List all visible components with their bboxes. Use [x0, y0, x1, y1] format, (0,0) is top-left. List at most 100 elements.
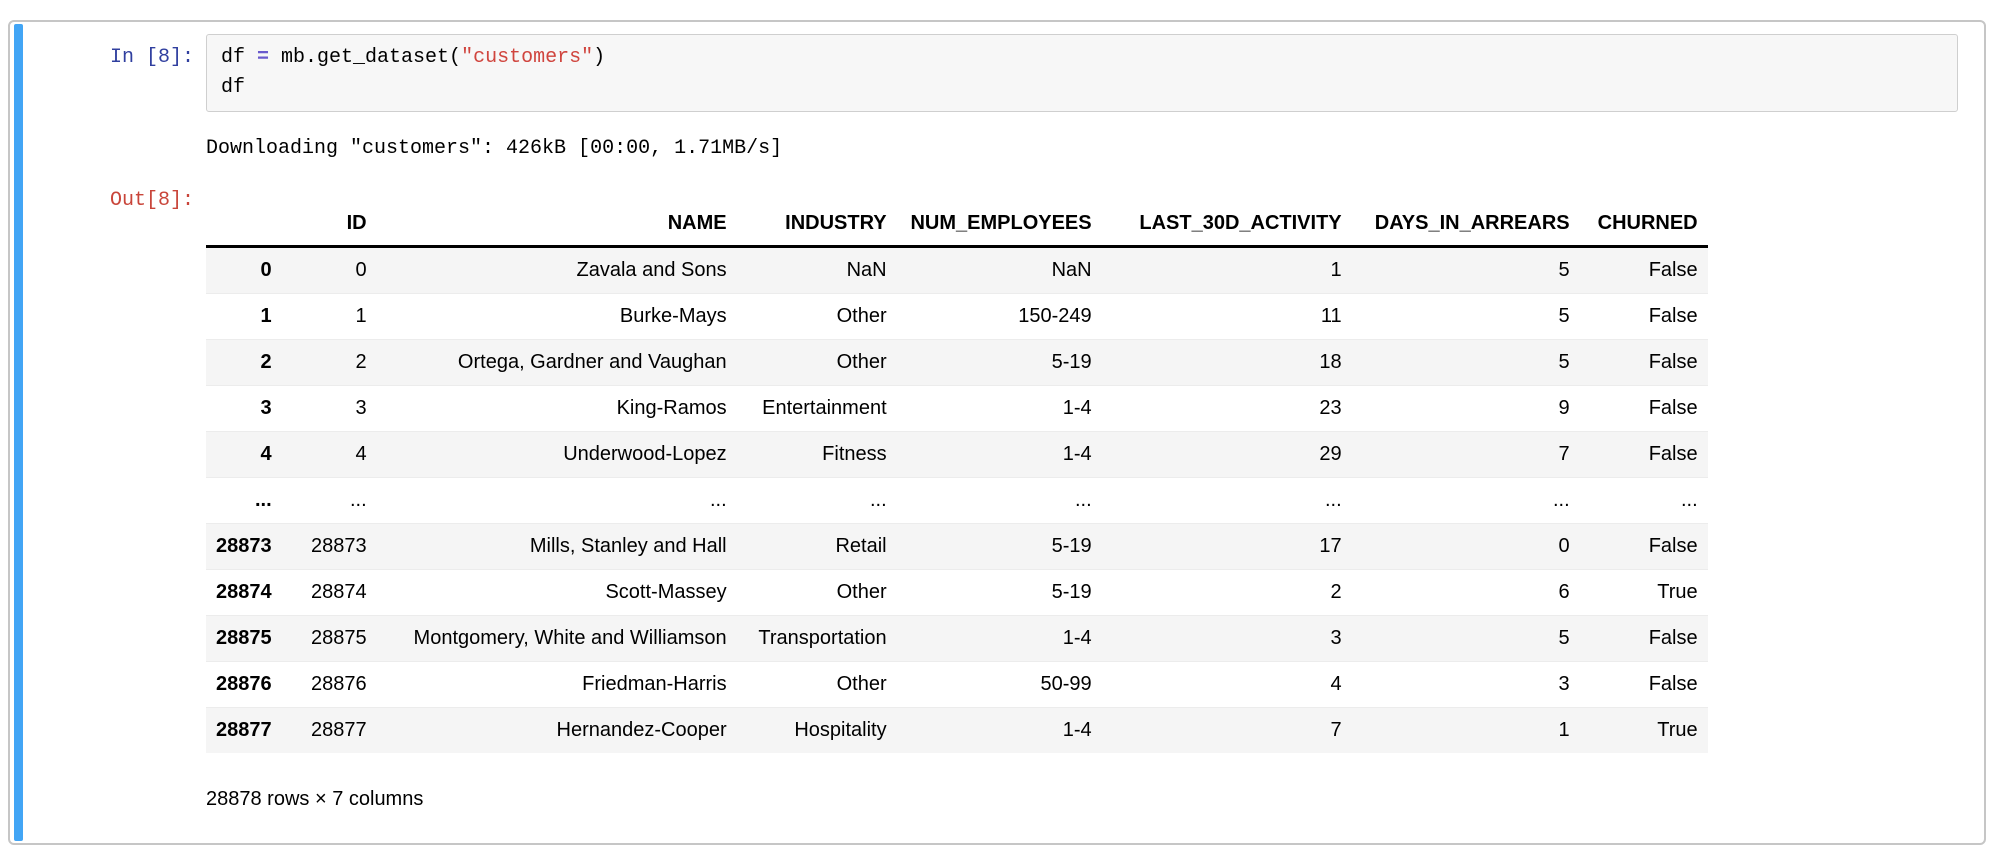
- table-cell: Burke-Mays: [377, 294, 737, 340]
- table-cell: 5-19: [897, 340, 1102, 386]
- table-cell: 3: [1102, 616, 1352, 662]
- table-cell: Ortega, Gardner and Vaughan: [377, 340, 737, 386]
- column-header: CHURNED: [1580, 206, 1708, 247]
- table-cell: 3: [1352, 662, 1580, 708]
- table-cell: Other: [737, 294, 897, 340]
- table-cell: 4: [1102, 662, 1352, 708]
- table-cell: Zavala and Sons: [377, 247, 737, 294]
- table-cell: NaN: [897, 247, 1102, 294]
- code-token-plain: mb.get_dataset(: [269, 46, 461, 69]
- corner-header-cell: [206, 206, 282, 247]
- table-cell: 5: [1352, 294, 1580, 340]
- table-cell: ...: [1580, 478, 1708, 524]
- table-cell: ...: [282, 478, 377, 524]
- table-cell: 28874: [282, 570, 377, 616]
- table-cell: Hospitality: [737, 708, 897, 754]
- column-header: NUM_EMPLOYEES: [897, 206, 1102, 247]
- table-row: 22Ortega, Gardner and VaughanOther5-1918…: [206, 340, 1708, 386]
- table-cell: False: [1580, 524, 1708, 570]
- table-cell: ...: [737, 478, 897, 524]
- table-cell: 28877: [282, 708, 377, 754]
- table-cell: 2: [282, 340, 377, 386]
- table-cell: False: [1580, 340, 1708, 386]
- dataframe-header-row: IDNAMEINDUSTRYNUM_EMPLOYEESLAST_30D_ACTI…: [206, 206, 1708, 247]
- table-cell: 5: [1352, 247, 1580, 294]
- table-row: 2887728877Hernandez-CooperHospitality1-4…: [206, 708, 1708, 754]
- code-editor[interactable]: df = mb.get_dataset("customers") df: [206, 34, 1958, 112]
- table-row: 11Burke-MaysOther150-249115False: [206, 294, 1708, 340]
- table-cell: 28876: [282, 662, 377, 708]
- table-cell: False: [1580, 662, 1708, 708]
- cell-output-area: Out[8]: IDNAMEINDUSTRYNUM_EMPLOYEESLAST_…: [10, 186, 1958, 811]
- row-index-cell: 28873: [206, 524, 282, 570]
- table-cell: 50-99: [897, 662, 1102, 708]
- table-cell: Other: [737, 570, 897, 616]
- dataframe-output: IDNAMEINDUSTRYNUM_EMPLOYEESLAST_30D_ACTI…: [206, 186, 1958, 811]
- row-index-cell: 28876: [206, 662, 282, 708]
- code-line-1: df = mb.get_dataset("customers"): [221, 46, 605, 69]
- table-cell: Montgomery, White and Williamson: [377, 616, 737, 662]
- table-cell: 29: [1102, 432, 1352, 478]
- table-row: 44Underwood-LopezFitness1-4297False: [206, 432, 1708, 478]
- cell-body: In [8]: df = mb.get_dataset("customers")…: [10, 22, 1984, 811]
- table-cell: ...: [897, 478, 1102, 524]
- table-cell: 5-19: [897, 524, 1102, 570]
- column-header: INDUSTRY: [737, 206, 897, 247]
- dataframe-body: 00Zavala and SonsNaNNaN15False11Burke-Ma…: [206, 247, 1708, 754]
- table-cell: 11: [1102, 294, 1352, 340]
- table-row: 33King-RamosEntertainment1-4239False: [206, 386, 1708, 432]
- table-cell: Entertainment: [737, 386, 897, 432]
- stream-output: Downloading "customers": 426kB [00:00, 1…: [206, 136, 1958, 162]
- table-cell: 0: [1352, 524, 1580, 570]
- table-cell: Transportation: [737, 616, 897, 662]
- input-prompt: In [8]:: [10, 34, 206, 73]
- table-cell: True: [1580, 708, 1708, 754]
- table-cell: Other: [737, 340, 897, 386]
- stream-output-text: Downloading "customers": 426kB [00:00, 1…: [206, 136, 1958, 162]
- table-cell: 17: [1102, 524, 1352, 570]
- table-row: 2887628876Friedman-HarrisOther50-9943Fal…: [206, 662, 1708, 708]
- table-cell: 6: [1352, 570, 1580, 616]
- table-cell: NaN: [737, 247, 897, 294]
- output-prompt: Out[8]:: [10, 186, 206, 216]
- table-cell: False: [1580, 294, 1708, 340]
- cell-input-area: In [8]: df = mb.get_dataset("customers")…: [10, 34, 1958, 112]
- table-cell: 7: [1352, 432, 1580, 478]
- row-index-cell: 3: [206, 386, 282, 432]
- table-cell: Retail: [737, 524, 897, 570]
- table-cell: Fitness: [737, 432, 897, 478]
- table-cell: ...: [1352, 478, 1580, 524]
- notebook-cell: In [8]: df = mb.get_dataset("customers")…: [8, 20, 1986, 845]
- table-cell: False: [1580, 432, 1708, 478]
- table-cell: Hernandez-Cooper: [377, 708, 737, 754]
- row-index-cell: 2: [206, 340, 282, 386]
- table-cell: 3: [282, 386, 377, 432]
- table-cell: 1: [282, 294, 377, 340]
- table-cell: True: [1580, 570, 1708, 616]
- table-cell: 23: [1102, 386, 1352, 432]
- table-row: 2887528875Montgomery, White and Williams…: [206, 616, 1708, 662]
- table-row: 00Zavala and SonsNaNNaN15False: [206, 247, 1708, 294]
- code-line-2: df: [221, 76, 245, 99]
- table-cell: 1: [1352, 708, 1580, 754]
- table-cell: 1-4: [897, 708, 1102, 754]
- table-cell: 1: [1102, 247, 1352, 294]
- table-cell: 28875: [282, 616, 377, 662]
- table-row: ........................: [206, 478, 1708, 524]
- table-cell: 9: [1352, 386, 1580, 432]
- table-cell: ...: [1102, 478, 1352, 524]
- table-cell: Scott-Massey: [377, 570, 737, 616]
- row-index-cell: 28874: [206, 570, 282, 616]
- table-row: 2887328873Mills, Stanley and HallRetail5…: [206, 524, 1708, 570]
- table-cell: False: [1580, 247, 1708, 294]
- table-cell: 5-19: [897, 570, 1102, 616]
- code-token-operator: =: [257, 46, 269, 69]
- table-cell: 5: [1352, 616, 1580, 662]
- table-cell: Underwood-Lopez: [377, 432, 737, 478]
- column-header: DAYS_IN_ARREARS: [1352, 206, 1580, 247]
- cell-selection-indicator: [14, 24, 23, 841]
- row-index-cell: 28875: [206, 616, 282, 662]
- table-cell: False: [1580, 616, 1708, 662]
- table-cell: Friedman-Harris: [377, 662, 737, 708]
- table-cell: 1-4: [897, 386, 1102, 432]
